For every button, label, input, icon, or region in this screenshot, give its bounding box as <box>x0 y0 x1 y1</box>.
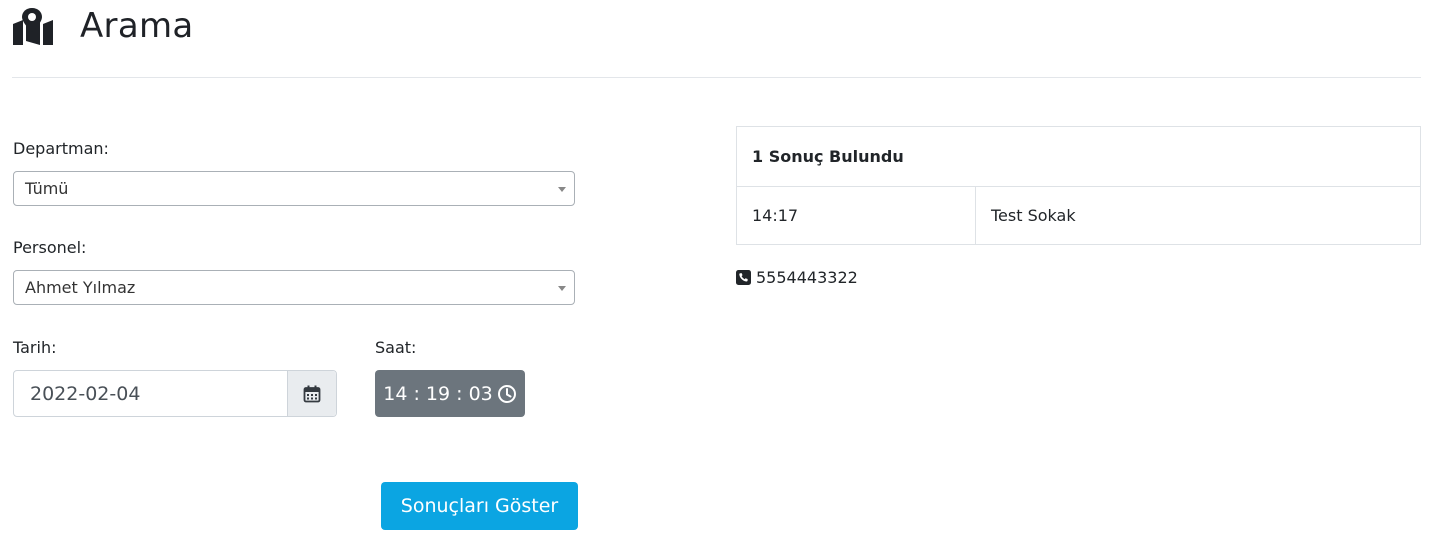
page-title: Arama <box>80 6 194 46</box>
time-value: 14 : 19 : 03 <box>383 382 493 405</box>
date-input-group <box>13 370 337 417</box>
clock-icon <box>497 384 516 403</box>
personnel-select[interactable]: Ahmet Yılmaz <box>13 270 575 305</box>
phone-line: 5554443322 <box>736 268 858 287</box>
phone-number: 5554443322 <box>756 268 858 287</box>
department-selected-value: Tümü <box>25 179 69 198</box>
personnel-label: Personel: <box>13 238 87 257</box>
calendar-button[interactable] <box>287 371 336 416</box>
phone-square-icon <box>736 270 751 285</box>
result-time-cell: 14:17 <box>737 187 976 245</box>
chevron-down-icon <box>558 286 566 291</box>
chevron-down-icon <box>558 187 566 192</box>
time-picker-button[interactable]: 14 : 19 : 03 <box>375 370 525 417</box>
date-label: Tarih: <box>13 338 57 357</box>
result-address-cell: Test Sokak <box>991 206 1076 225</box>
results-table: 1 Sonuç Bulundu 14:17 Test Sokak <box>736 126 1421 245</box>
department-label: Departman: <box>13 139 109 158</box>
time-label: Saat: <box>375 338 417 357</box>
calendar-icon <box>303 385 321 402</box>
date-input[interactable] <box>14 371 288 416</box>
department-select[interactable]: Tümü <box>13 171 575 206</box>
map-marker-icon <box>13 8 53 45</box>
show-results-button[interactable]: Sonuçları Göster <box>381 482 578 530</box>
personnel-selected-value: Ahmet Yılmaz <box>25 278 136 297</box>
results-summary: 1 Sonuç Bulundu <box>737 127 1420 187</box>
page-header: Arama <box>12 0 1421 78</box>
